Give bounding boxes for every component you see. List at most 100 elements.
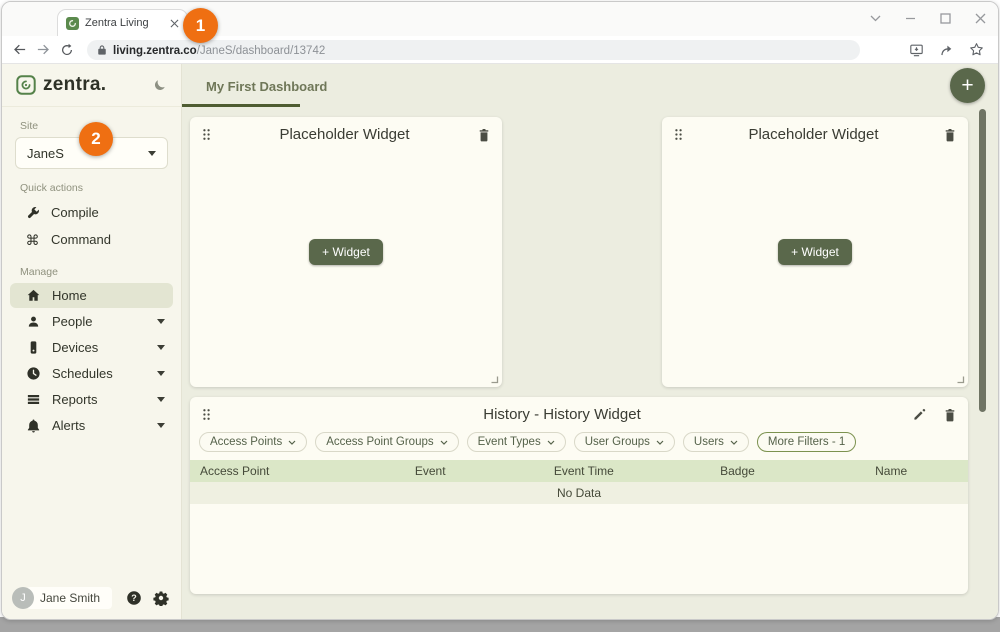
dashboard-tab[interactable]: My First Dashboard <box>206 79 327 94</box>
logo-row: zentra. <box>2 64 181 107</box>
add-dashboard-button[interactable]: + <box>950 68 985 103</box>
install-app-icon[interactable] <box>909 43 924 57</box>
filter-event-types[interactable]: Event Types <box>466 432 566 452</box>
annotation-step-1: 1 <box>183 8 218 43</box>
window-maximize-icon[interactable] <box>940 12 951 24</box>
add-widget-button[interactable]: + Widget <box>309 239 383 265</box>
manage-section-label: Manage <box>20 266 58 278</box>
filter-users[interactable]: Users <box>682 432 749 452</box>
quick-action-compile[interactable]: Compile <box>2 199 181 226</box>
window-menu-chevron-icon[interactable] <box>870 15 881 22</box>
share-icon[interactable] <box>939 43 954 57</box>
sidebar-item-devices[interactable]: Devices <box>10 335 173 360</box>
resize-handle-icon[interactable] <box>489 374 499 384</box>
url-path: /JaneS/dashboard/13742 <box>196 44 326 57</box>
lock-icon <box>97 44 107 56</box>
sidebar-item-label: People <box>52 314 93 329</box>
quick-action-command[interactable]: ⌘ Command <box>2 226 181 253</box>
filter-access-point-groups[interactable]: Access Point Groups <box>315 432 459 452</box>
main-content: My First Dashboard + Placeholder Widget … <box>182 64 998 619</box>
reports-list-icon <box>25 392 41 407</box>
chip-label: User Groups <box>584 436 650 448</box>
sidebar-item-label: Schedules <box>52 366 113 381</box>
sidebar-item-label: Reports <box>52 392 98 407</box>
window-controls <box>870 2 986 34</box>
widget-title: Placeholder Widget <box>748 126 879 143</box>
history-widget-card: History - History Widget Access Points A… <box>190 397 968 594</box>
forward-icon[interactable] <box>36 42 51 57</box>
reload-icon[interactable] <box>60 43 74 57</box>
user-name[interactable]: Jane Smith <box>26 587 113 609</box>
sidebar-item-label: Alerts <box>52 418 86 433</box>
drag-handle-icon[interactable] <box>674 128 683 141</box>
filter-chips-row: Access Points Access Point Groups Event … <box>190 427 968 460</box>
quick-action-label: Command <box>51 232 111 247</box>
people-icon <box>25 314 41 329</box>
zentra-logo-icon <box>16 75 36 95</box>
trash-icon[interactable] <box>944 128 956 142</box>
tab-close-icon[interactable] <box>170 19 179 28</box>
help-icon[interactable]: ? <box>126 590 142 606</box>
chevron-down-icon <box>730 440 738 445</box>
dark-mode-moon-icon[interactable] <box>153 78 167 92</box>
chevron-down-icon <box>440 440 448 445</box>
chevron-down-icon <box>288 440 296 445</box>
column-header: Name <box>875 464 908 478</box>
sidebar-item-label: Devices <box>52 340 99 355</box>
sidebar-item-schedules[interactable]: Schedules <box>10 361 173 386</box>
site-select-value: JaneS <box>27 145 64 161</box>
browser-tabstrip: Zentra Living <box>2 2 998 36</box>
filter-user-groups[interactable]: User Groups <box>573 432 675 452</box>
chevron-down-icon <box>157 423 165 428</box>
placeholder-widget-card: Placeholder Widget + Widget <box>190 117 502 387</box>
edit-pencil-icon[interactable] <box>913 408 926 421</box>
add-widget-button[interactable]: + Widget <box>778 239 852 265</box>
chip-label: Event Types <box>477 436 541 448</box>
window-close-icon[interactable] <box>975 13 986 24</box>
resize-handle-icon[interactable] <box>955 374 965 384</box>
app-area: zentra. Site JaneS Quick actions Compile <box>2 64 998 619</box>
chevron-down-icon <box>656 440 664 445</box>
bell-icon <box>25 418 41 433</box>
chevron-down-icon <box>157 397 165 402</box>
column-header: Event <box>414 464 446 478</box>
column-header: Badge <box>720 464 755 478</box>
browser-tab[interactable]: Zentra Living <box>57 9 188 36</box>
column-header: Event Time <box>553 464 614 478</box>
filter-more-filters[interactable]: More Filters - 1 <box>756 432 857 452</box>
url-domain: living.zentra.co <box>113 44 197 57</box>
no-data-row: No Data <box>190 482 968 504</box>
bookmark-star-icon[interactable] <box>969 42 984 57</box>
back-icon[interactable] <box>12 42 27 57</box>
quick-actions-label: Quick actions <box>20 182 84 194</box>
chevron-down-icon <box>148 150 156 156</box>
drag-handle-icon[interactable] <box>202 408 211 421</box>
scrollbar-thumb[interactable] <box>979 109 986 412</box>
window-minimize-icon[interactable] <box>905 13 916 24</box>
trash-icon[interactable] <box>944 408 956 422</box>
sidebar-item-label: Home <box>52 288 87 303</box>
svg-text:?: ? <box>131 593 137 603</box>
sidebar-item-people[interactable]: People <box>10 309 173 334</box>
browser-window: Zentra Living living.zentra.co/JaneS/das… <box>1 1 999 620</box>
home-icon <box>25 288 41 303</box>
command-icon: ⌘ <box>25 231 40 248</box>
sidebar-item-home[interactable]: Home <box>10 283 173 308</box>
chevron-down-icon <box>547 440 555 445</box>
brand-wordmark: zentra. <box>43 74 107 95</box>
annotation-step-2: 2 <box>79 122 113 156</box>
avatar[interactable]: J <box>12 587 34 609</box>
favicon <box>66 16 79 30</box>
drag-handle-icon[interactable] <box>202 128 211 141</box>
widget-title: Placeholder Widget <box>279 126 410 143</box>
settings-gear-icon[interactable] <box>153 590 169 606</box>
chip-label: Users <box>693 436 724 448</box>
sidebar-item-alerts[interactable]: Alerts <box>10 413 173 438</box>
user-row: J Jane Smith ? <box>12 587 169 609</box>
sidebar-item-reports[interactable]: Reports <box>10 387 173 412</box>
chip-label: Access Points <box>210 436 283 448</box>
history-table-empty-area <box>190 504 968 594</box>
chip-label: Access Point Groups <box>326 436 434 448</box>
trash-icon[interactable] <box>478 128 490 142</box>
filter-access-points[interactable]: Access Points <box>199 432 308 452</box>
